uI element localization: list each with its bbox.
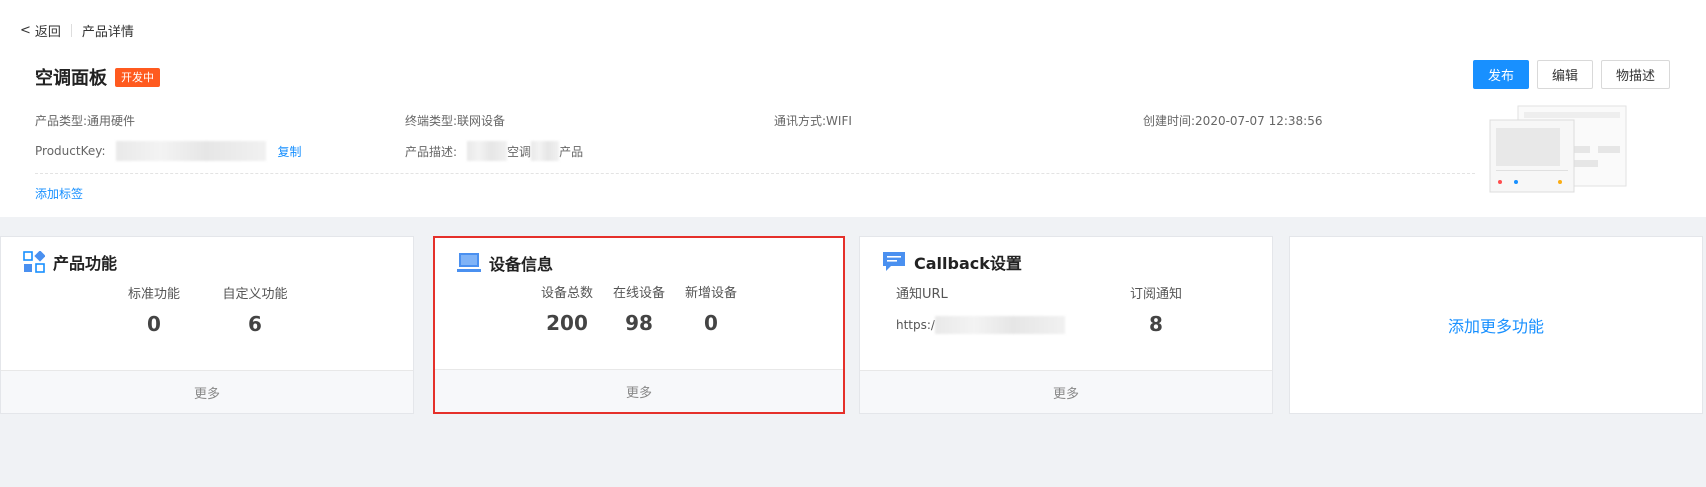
- breadcrumb: < 返回 产品详情: [20, 20, 134, 40]
- stat-label: 设备总数: [540, 286, 593, 301]
- stat-value: 0: [147, 312, 161, 336]
- new-devices-stat: 新增设备 0: [681, 282, 741, 335]
- card-header: Callback设置: [882, 250, 1022, 274]
- page-title: 空调面板: [35, 68, 107, 89]
- product-features-card: 产品功能 标准功能 0 自定义功能 6 更多: [0, 236, 414, 414]
- product-header-panel: < 返回 产品详情 空调面板 开发中 发布 编辑 物描述 产品类型: 通用硬件 …: [0, 0, 1706, 217]
- add-tag-link[interactable]: 添加标签: [35, 185, 83, 202]
- product-description-label: 产品描述:: [405, 144, 458, 159]
- communication-value: WIFI: [826, 113, 852, 128]
- product-type-value: 通用硬件: [87, 114, 136, 128]
- product-type-field: 产品类型: 通用硬件: [35, 112, 135, 129]
- created-time-label: 创建时间:: [1143, 114, 1196, 128]
- stat-value: 6: [248, 312, 262, 336]
- description-redacted-1: [467, 141, 508, 161]
- subscription-notify-stat: 订阅通知 8: [1126, 283, 1186, 336]
- chevron-left-icon: <: [20, 22, 31, 38]
- created-time-value: 2020-07-07 12:38:56: [1195, 113, 1323, 128]
- productkey-field: ProductKey: 复制: [35, 141, 302, 161]
- created-time-field: 创建时间: 2020-07-07 12:38:56: [1143, 112, 1323, 129]
- productkey-label: ProductKey:: [35, 144, 106, 158]
- stat-label: 自定义功能: [222, 287, 288, 302]
- terminal-type-label: 终端类型:: [405, 114, 458, 128]
- total-devices-stat: 设备总数 200: [537, 282, 597, 335]
- stat-value: 200: [546, 311, 588, 335]
- stat-value: 0: [704, 311, 718, 335]
- url-prefix: https:/: [896, 318, 935, 332]
- action-buttons: 发布 编辑 物描述: [1472, 60, 1670, 89]
- edit-button[interactable]: 编辑: [1536, 60, 1593, 89]
- card-title: 产品功能: [53, 254, 118, 273]
- thing-description-button[interactable]: 物描述: [1600, 60, 1670, 89]
- callback-settings-card: Callback设置 通知URL https:/ 订阅通知 8 更多: [859, 236, 1273, 414]
- add-tag-row: 添加标签: [35, 185, 83, 202]
- breadcrumb-divider: [70, 23, 72, 37]
- back-label: 返回: [34, 24, 61, 40]
- device-info-card: 设备信息 设备总数 200 在线设备 98 新增设备 0 更多: [433, 236, 845, 414]
- custom-features-stat: 自定义功能 6: [213, 283, 297, 336]
- stat-label: 在线设备: [612, 286, 665, 301]
- communication-label: 通讯方式:: [774, 114, 827, 128]
- card-header: 产品功能: [23, 250, 117, 274]
- productkey-value-redacted: [115, 141, 266, 161]
- product-type-label: 产品类型:: [35, 114, 88, 128]
- section-divider: [35, 173, 1475, 174]
- stat-label: 标准功能: [127, 287, 180, 302]
- add-more-features-card[interactable]: 添加更多功能: [1289, 236, 1703, 414]
- add-more-features-link[interactable]: 添加更多功能: [1448, 313, 1544, 337]
- stat-value: 98: [625, 311, 653, 335]
- description-visible-2: 产品: [559, 144, 584, 159]
- notify-url-value: https:/: [896, 316, 1065, 334]
- stat-label: 新增设备: [684, 286, 737, 301]
- terminal-type-field: 终端类型: 联网设备: [405, 112, 505, 129]
- card-title: 设备信息: [489, 255, 554, 274]
- card-header: 设备信息: [457, 251, 553, 275]
- message-icon: [883, 252, 905, 271]
- copy-link[interactable]: 复制: [278, 143, 302, 160]
- notify-url-stat: 通知URL https:/: [896, 283, 1065, 334]
- product-title-row: 空调面板 开发中: [35, 64, 160, 90]
- stat-label: 通知URL: [896, 287, 948, 302]
- more-link[interactable]: 更多: [1, 370, 413, 413]
- features-grid-icon: [23, 251, 45, 273]
- product-description-field: 产品描述: 空调 产品: [405, 141, 583, 161]
- standard-features-stat: 标准功能 0: [119, 283, 189, 336]
- publish-button[interactable]: 发布: [1472, 60, 1529, 89]
- communication-field: 通讯方式: WIFI: [774, 112, 852, 129]
- breadcrumb-current: 产品详情: [81, 24, 134, 40]
- more-link[interactable]: 更多: [860, 370, 1272, 413]
- product-illustration: [1489, 105, 1627, 193]
- monitor-icon: [457, 253, 481, 272]
- description-redacted-2: [531, 141, 560, 161]
- stat-label: 订阅通知: [1129, 287, 1182, 302]
- terminal-type-value: 联网设备: [457, 114, 506, 128]
- stat-value: 8: [1149, 312, 1163, 336]
- description-visible-1: 空调: [507, 144, 532, 159]
- url-redacted: [934, 316, 1065, 334]
- card-title: Callback设置: [914, 254, 1022, 273]
- back-link[interactable]: < 返回: [20, 21, 61, 40]
- status-badge: 开发中: [115, 67, 160, 87]
- more-link[interactable]: 更多: [435, 369, 843, 412]
- online-devices-stat: 在线设备 98: [609, 282, 669, 335]
